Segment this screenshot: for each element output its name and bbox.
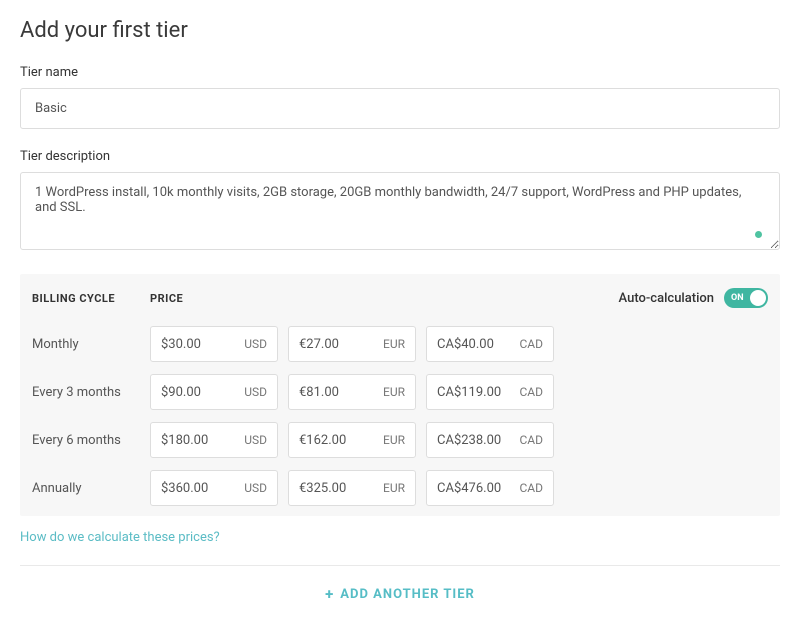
toggle-knob-icon	[750, 290, 766, 306]
price-usd-input[interactable]	[161, 481, 238, 496]
currency-label-eur: EUR	[383, 481, 405, 495]
currency-label-cad: CAD	[519, 385, 543, 399]
billing-cycle-label: Every 3 months	[32, 385, 150, 400]
currency-label-usd: USD	[244, 433, 267, 447]
currency-label-usd: USD	[244, 385, 267, 399]
pricing-table: BILLING CYCLE PRICE Auto-calculation ON …	[20, 274, 780, 516]
price-cad-input[interactable]	[437, 337, 513, 352]
price-usd-input[interactable]	[161, 385, 238, 400]
currency-label-cad: CAD	[519, 481, 543, 495]
billing-cycle-header: BILLING CYCLE	[32, 292, 150, 305]
price-eur-input[interactable]	[299, 337, 377, 352]
price-cad-input[interactable]	[437, 385, 513, 400]
price-cad: CAD	[426, 422, 554, 458]
billing-cycle-label: Every 6 months	[32, 433, 150, 448]
currency-label-usd: USD	[244, 337, 267, 351]
price-eur: EUR	[288, 470, 416, 506]
price-usd-input[interactable]	[161, 433, 238, 448]
currency-label-eur: EUR	[383, 433, 405, 447]
auto-calculation-label: Auto-calculation	[619, 291, 714, 306]
add-another-tier-label: ADD ANOTHER TIER	[340, 587, 475, 602]
tier-name-input[interactable]	[20, 88, 780, 129]
help-link-calculate-prices[interactable]: How do we calculate these prices?	[20, 530, 220, 545]
toggle-state-text: ON	[731, 293, 744, 303]
auto-calculation-toggle[interactable]: ON	[724, 288, 768, 308]
price-row: Every 6 months USD EUR CAD	[28, 416, 772, 464]
price-eur-input[interactable]	[299, 433, 377, 448]
price-usd-input[interactable]	[161, 337, 238, 352]
currency-label-cad: CAD	[519, 433, 543, 447]
currency-label-eur: EUR	[383, 385, 405, 399]
price-cad: CAD	[426, 326, 554, 362]
price-eur: EUR	[288, 374, 416, 410]
tier-description-input[interactable]	[20, 172, 780, 250]
price-cad-input[interactable]	[437, 481, 513, 496]
plus-icon: +	[325, 587, 334, 602]
grammarly-indicator-icon	[755, 231, 762, 238]
billing-cycle-label: Monthly	[32, 337, 150, 352]
page-title: Add your first tier	[20, 18, 780, 43]
tier-name-label: Tier name	[20, 65, 780, 80]
price-usd: USD	[150, 422, 278, 458]
price-eur-input[interactable]	[299, 481, 377, 496]
price-usd: USD	[150, 470, 278, 506]
price-cad-input[interactable]	[437, 433, 513, 448]
price-eur-input[interactable]	[299, 385, 377, 400]
currency-label-eur: EUR	[383, 337, 405, 351]
billing-cycle-label: Annually	[32, 481, 150, 496]
price-usd: USD	[150, 374, 278, 410]
currency-label-usd: USD	[244, 481, 267, 495]
price-row: Monthly USD EUR CAD	[28, 320, 772, 368]
add-another-tier-button[interactable]: + ADD ANOTHER TIER	[325, 587, 475, 602]
price-row: Annually USD EUR CAD	[28, 464, 772, 512]
price-usd: USD	[150, 326, 278, 362]
price-cad: CAD	[426, 470, 554, 506]
price-eur: EUR	[288, 326, 416, 362]
currency-label-cad: CAD	[519, 337, 543, 351]
price-eur: EUR	[288, 422, 416, 458]
price-row: Every 3 months USD EUR CAD	[28, 368, 772, 416]
price-header: PRICE	[150, 292, 183, 305]
tier-description-label: Tier description	[20, 149, 780, 164]
price-cad: CAD	[426, 374, 554, 410]
